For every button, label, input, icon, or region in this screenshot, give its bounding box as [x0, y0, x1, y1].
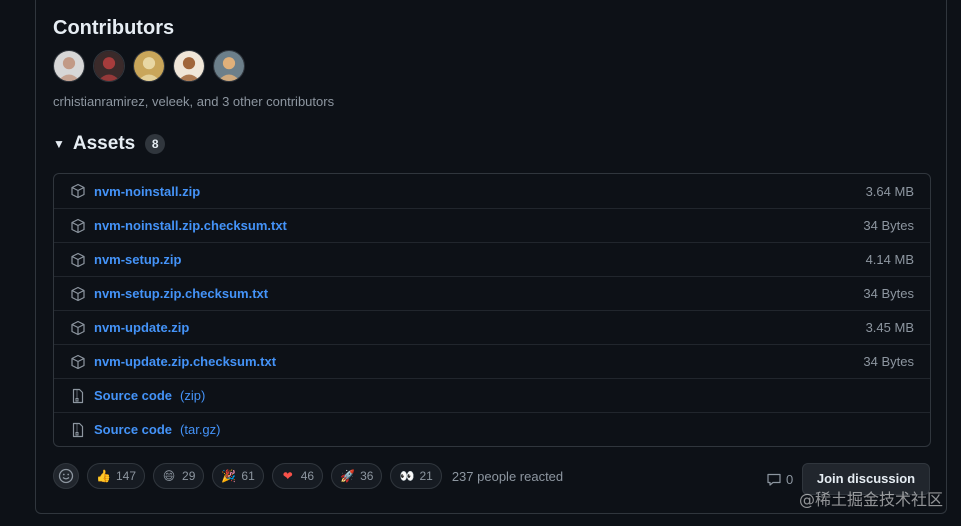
reaction-count: 36 — [360, 469, 374, 483]
package-icon — [70, 286, 86, 302]
asset-link[interactable]: Source code — [94, 388, 172, 403]
assets-list: nvm-noinstall.zip 3.64 MB nvm-noinstall.zi… — [53, 173, 931, 447]
thumbs-up-icon: 👍 — [96, 469, 111, 483]
contributor-avatar[interactable] — [93, 50, 125, 82]
release-card: Contributors crhistianramirez, veleek, a… — [35, 0, 947, 514]
file-zip-icon — [70, 422, 86, 438]
package-icon — [70, 354, 86, 370]
contributor-avatar[interactable] — [53, 50, 85, 82]
contributors-heading: Contributors — [53, 17, 175, 39]
contributor-avatar[interactable] — [173, 50, 205, 82]
reactions-summary[interactable]: 237 people reacted — [452, 469, 563, 484]
assets-title: Assets — [72, 133, 136, 154]
package-icon — [70, 218, 86, 234]
asset-row: nvm-setup.zip 4.14 MB — [54, 242, 930, 276]
assets-count-badge: 8 — [145, 134, 166, 154]
package-icon — [70, 183, 86, 199]
asset-row: nvm-update.zip 3.45 MB — [54, 310, 930, 344]
reaction-button[interactable]: 😄 29 — [153, 463, 205, 489]
reaction-count: 29 — [182, 469, 196, 483]
file-zip-icon — [70, 388, 86, 404]
reaction-button[interactable]: 🚀 36 — [331, 463, 383, 489]
asset-row: Source code (zip) — [54, 378, 930, 412]
asset-link[interactable]: nvm-setup.zip — [94, 252, 181, 267]
reaction-button[interactable]: 🎉 61 — [212, 463, 264, 489]
watermark: @稀土掘金技术社区 — [798, 490, 943, 509]
reactions-bar: 👍 147 😄 29 🎉 61 ❤ 46 🚀 36 👀 21 237 people reacted — [53, 463, 563, 489]
reaction-button[interactable]: 👀 21 — [390, 463, 442, 489]
reaction-button[interactable]: ❤ 46 — [271, 463, 324, 489]
add-reaction-button[interactable] — [53, 463, 79, 489]
comment-count-value: 0 — [786, 471, 794, 487]
asset-format[interactable]: (zip) — [180, 388, 205, 403]
asset-row: nvm-noinstall.zip 3.64 MB — [54, 174, 930, 208]
asset-link[interactable]: nvm-update.zip.checksum.txt — [94, 354, 276, 369]
package-icon — [70, 252, 86, 268]
asset-size: 3.45 MB — [865, 320, 914, 335]
reaction-count: 21 — [419, 469, 433, 483]
comment-count[interactable]: 0 — [766, 471, 793, 487]
asset-size: 34 Bytes — [863, 286, 914, 301]
asset-row: nvm-noinstall.zip.checksum.txt 34 Bytes — [54, 208, 930, 242]
smile-icon: 😄 — [162, 469, 176, 483]
asset-format[interactable]: (tar.gz) — [180, 422, 220, 437]
asset-size: 3.64 MB — [865, 183, 914, 199]
asset-row: nvm-update.zip.checksum.txt 34 Bytes — [54, 344, 930, 378]
asset-link[interactable]: nvm-setup.zip.checksum.txt — [94, 286, 268, 301]
tada-icon: 🎉 — [221, 469, 237, 483]
contributors-summary[interactable]: crhistianramirez, veleek, and 3 other co… — [53, 94, 334, 109]
asset-link[interactable]: nvm-noinstall.zip.checksum.txt — [94, 218, 287, 233]
asset-row: nvm-setup.zip.checksum.txt 34 Bytes — [54, 276, 930, 310]
contributor-avatar[interactable] — [213, 50, 245, 82]
smiley-icon — [58, 468, 74, 484]
asset-link[interactable]: Source code — [94, 422, 172, 437]
reaction-count: 147 — [116, 469, 137, 483]
asset-row: Source code (tar.gz) — [54, 412, 930, 446]
contributor-avatars — [53, 50, 245, 82]
heart-icon: ❤ — [282, 469, 293, 483]
comment-icon — [767, 473, 781, 486]
rocket-icon: 🚀 — [340, 469, 356, 483]
asset-size: 4.14 MB — [865, 252, 914, 267]
reaction-button[interactable]: 👍 147 — [87, 463, 146, 489]
package-icon — [70, 320, 86, 336]
reaction-count: 46 — [300, 469, 315, 483]
reaction-count: 61 — [241, 469, 255, 483]
assets-toggle[interactable]: ▼ Assets 8 — [53, 133, 166, 155]
triangle-down-icon: ▼ — [53, 137, 65, 151]
asset-link[interactable]: nvm-noinstall.zip — [94, 184, 200, 199]
asset-size: 34 Bytes — [863, 354, 914, 369]
asset-size: 34 Bytes — [863, 218, 914, 233]
asset-link[interactable]: nvm-update.zip — [94, 320, 189, 335]
contributor-avatar[interactable] — [133, 50, 165, 82]
eyes-icon: 👀 — [399, 469, 415, 483]
